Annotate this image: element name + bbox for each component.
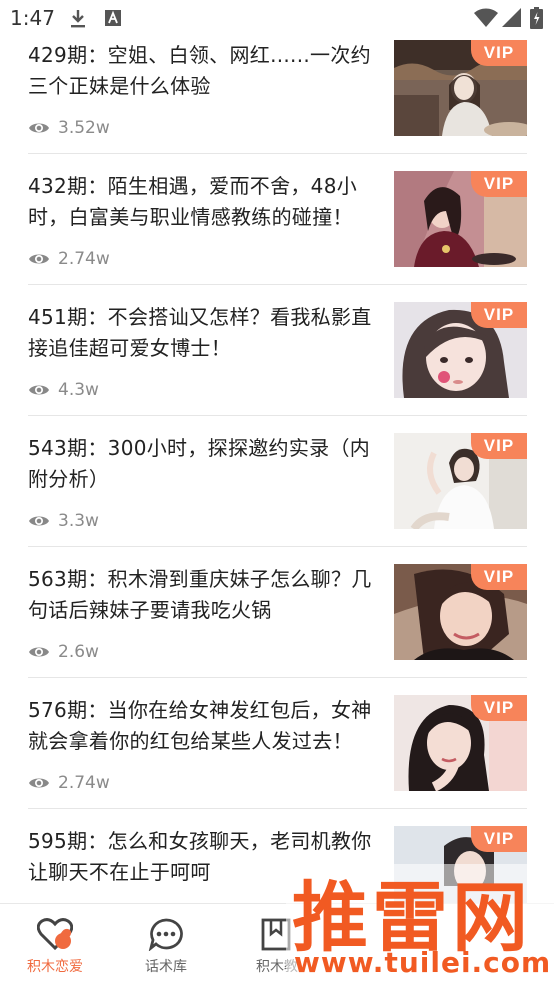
vip-badge: VIP <box>471 171 527 197</box>
divider <box>28 677 527 678</box>
article-title: 576期：当你在给女神发红包后，女神就会拿着你的红包给某些人发过去！ <box>28 698 372 753</box>
divider <box>28 546 527 547</box>
status-bar: 1:47 <box>0 0 554 36</box>
divider <box>28 284 527 285</box>
eye-icon <box>29 254 49 264</box>
view-count-text: 3.52w <box>58 118 110 138</box>
article-item[interactable]: 451期：不会搭讪又怎样？看我私影直接追佳超可爱女博士！ 4.3w VIP <box>28 302 527 433</box>
view-count-text: 2.74w <box>58 249 110 269</box>
signal-icon <box>501 8 521 32</box>
status-time: 1:47 <box>10 6 55 30</box>
article-title: 451期：不会搭讪又怎样？看我私影直接追佳超可爱女博士！ <box>28 305 372 360</box>
vip-badge: VIP <box>471 40 527 66</box>
watermark: 推雷网 www.tuilei.com <box>286 864 554 984</box>
article-thumbnail[interactable]: VIP <box>394 433 527 529</box>
view-count: 2.6w <box>28 642 99 662</box>
battery-icon <box>530 7 543 33</box>
article-title: 563期：积木滑到重庆妹子怎么聊？几句话后辣妹子要请我吃火锅 <box>28 567 372 622</box>
download-icon <box>68 8 88 34</box>
vip-badge: VIP <box>471 302 527 328</box>
view-count: 4.3w <box>28 380 99 400</box>
a-icon <box>104 8 122 32</box>
eye-icon <box>29 778 49 788</box>
article-item[interactable]: 543期：300小时，探探邀约实录（内附分析） 3.3w VIP <box>28 433 527 564</box>
nav-tab-love[interactable]: 积木恋爱 <box>0 904 110 985</box>
view-count: 2.74w <box>28 773 110 793</box>
article-thumbnail[interactable]: VIP <box>394 695 527 791</box>
nav-label: 话术库 <box>145 959 187 975</box>
article-title: 429期：空姐、白领、网红......一次约三个正妹是什么体验 <box>28 43 371 98</box>
view-count-text: 3.3w <box>58 511 99 531</box>
watermark-url: www.tuilei.com <box>294 946 552 979</box>
divider <box>28 415 527 416</box>
nav-tab-scripts[interactable]: 话术库 <box>111 904 221 985</box>
divider <box>28 153 527 154</box>
article-item[interactable]: 432期：陌生相遇，爱而不舍，48小时，白富美与职业情感教练的碰撞！ 2.74w… <box>28 171 527 302</box>
article-thumbnail[interactable]: VIP <box>394 564 527 660</box>
vip-badge: VIP <box>471 433 527 459</box>
eye-icon <box>29 647 49 657</box>
eye-icon <box>29 516 49 526</box>
divider <box>28 808 527 809</box>
article-thumbnail[interactable]: VIP <box>394 171 527 267</box>
article-item[interactable]: 576期：当你在给女神发红包后，女神就会拿着你的红包给某些人发过去！ 2.74w… <box>28 695 527 826</box>
article-item[interactable]: 563期：积木滑到重庆妹子怎么聊？几句话后辣妹子要请我吃火锅 2.6w VIP <box>28 564 527 695</box>
eye-icon <box>29 385 49 395</box>
wifi-icon <box>474 8 498 32</box>
vip-badge: VIP <box>471 695 527 721</box>
heart-icon <box>37 918 73 951</box>
article-thumbnail[interactable]: VIP <box>394 302 527 398</box>
article-title: 432期：陌生相遇，爱而不舍，48小时，白富美与职业情感教练的碰撞！ <box>28 174 358 229</box>
view-count: 2.74w <box>28 249 110 269</box>
article-thumbnail[interactable]: VIP <box>394 40 527 136</box>
article-title: 543期：300小时，探探邀约实录（内附分析） <box>28 436 371 491</box>
nav-label: 积木恋爱 <box>27 959 83 975</box>
eye-icon <box>29 123 49 133</box>
view-count-text: 4.3w <box>58 380 99 400</box>
view-count-text: 2.74w <box>58 773 110 793</box>
view-count: 3.3w <box>28 511 99 531</box>
chat-bubble-icon <box>148 918 183 951</box>
view-count: 3.52w <box>28 118 110 138</box>
vip-badge: VIP <box>471 826 527 852</box>
article-item[interactable]: 429期：空姐、白领、网红......一次约三个正妹是什么体验 3.52w VI… <box>28 40 527 171</box>
vip-badge: VIP <box>471 564 527 590</box>
view-count-text: 2.6w <box>58 642 99 662</box>
